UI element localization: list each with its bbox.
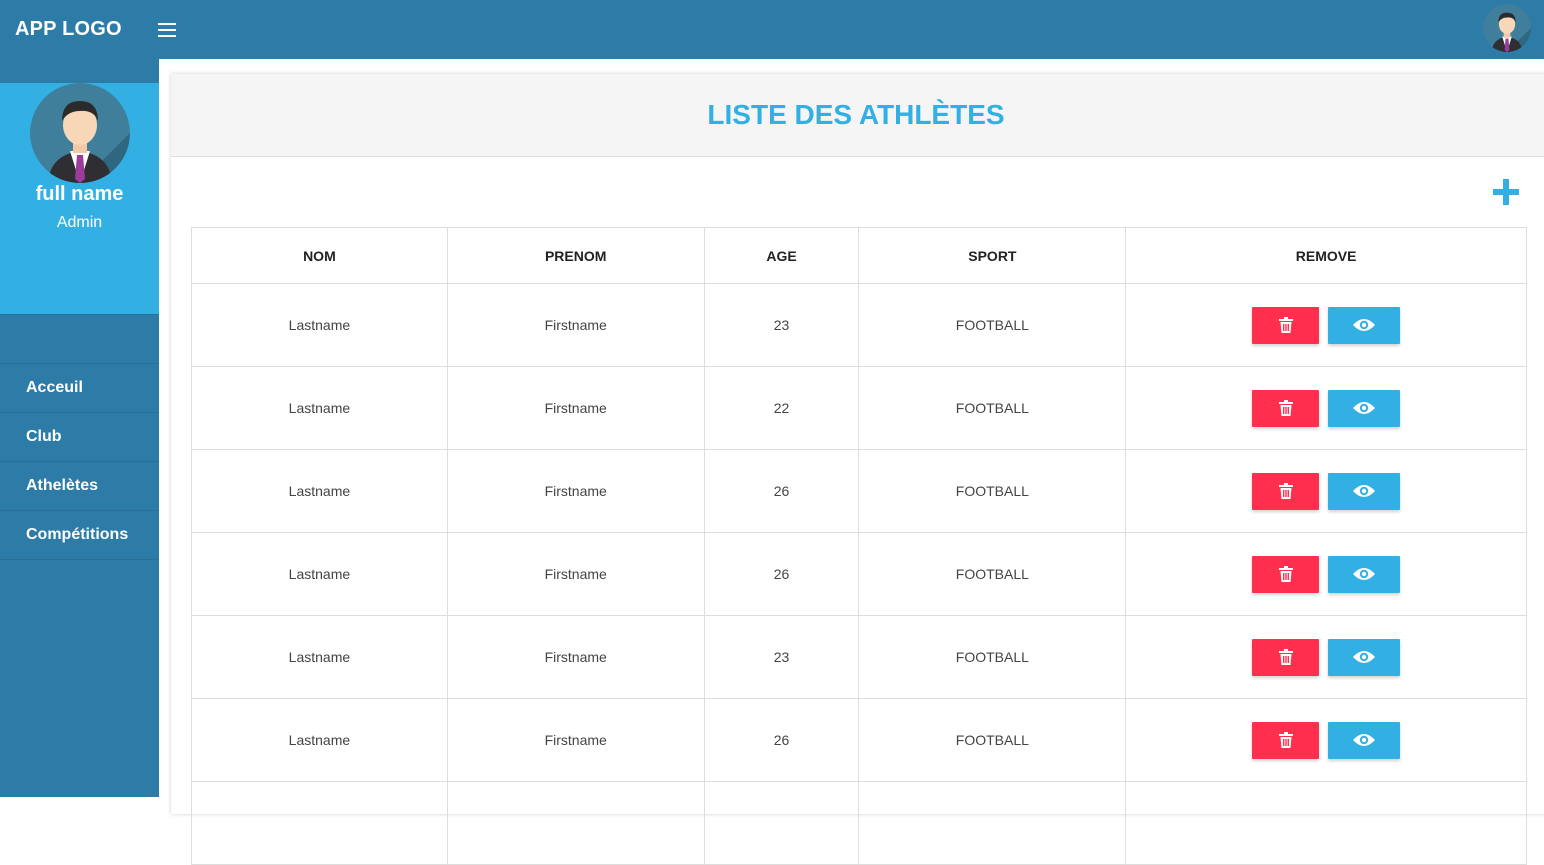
cell-actions — [1125, 615, 1527, 699]
view-button[interactable] — [1328, 472, 1401, 510]
empty-cell — [191, 781, 448, 865]
trash-icon — [1278, 400, 1293, 416]
user-avatar-icon[interactable] — [1483, 4, 1531, 52]
sidebar-nav: Acceuil Club Athelètes Compétitions — [0, 363, 159, 560]
cell-age: 26 — [703, 449, 860, 533]
delete-button[interactable] — [1252, 721, 1320, 759]
table-row-partial — [191, 781, 1527, 865]
sidebar-item-athletes[interactable]: Athelètes — [0, 462, 159, 511]
cell-sport: FOOTBALL — [858, 366, 1127, 450]
top-navbar: APP LOGO — [0, 0, 1544, 59]
delete-button[interactable] — [1252, 472, 1320, 510]
header-sport: SPORT — [858, 227, 1127, 284]
cell-sport: FOOTBALL — [858, 698, 1127, 782]
sidebar-item-club[interactable]: Club — [0, 413, 159, 462]
table-header-row: NOM PRENOM AGE SPORT REMOVE — [191, 227, 1527, 284]
cell-actions — [1125, 532, 1527, 616]
profile-name: full name — [35, 183, 124, 205]
cell-nom: Lastname — [191, 532, 448, 616]
sidebar: full name Admin Acceuil Club Athelètes C… — [0, 59, 159, 797]
delete-button[interactable] — [1252, 389, 1320, 427]
cell-sport: FOOTBALL — [858, 532, 1127, 616]
table-row: Lastname Firstname 22 FOOTBALL — [191, 366, 1527, 450]
cell-sport: FOOTBALL — [858, 449, 1127, 533]
app-logo[interactable]: APP LOGO — [15, 18, 122, 41]
profile-role: Admin — [56, 214, 103, 231]
athletes-table-wrap: NOM PRENOM AGE SPORT REMOVE Lastname Firs… — [191, 227, 1527, 865]
eye-icon — [1353, 319, 1376, 331]
view-button[interactable] — [1328, 555, 1401, 593]
cell-nom: Lastname — [191, 449, 448, 533]
header-remove: REMOVE — [1125, 227, 1527, 284]
table-row: Lastname Firstname 26 FOOTBALL — [191, 449, 1527, 533]
cell-sport: FOOTBALL — [858, 615, 1127, 699]
header-prenom: PRENOM — [446, 227, 705, 284]
profile-panel: full name Admin — [0, 83, 159, 315]
cell-age: 26 — [703, 532, 860, 616]
table-row: Lastname Firstname 26 FOOTBALL — [191, 532, 1527, 616]
cell-prenom: Firstname — [446, 698, 705, 782]
cell-prenom: Firstname — [446, 532, 705, 616]
trash-icon — [1278, 649, 1293, 665]
eye-icon — [1353, 568, 1376, 580]
cell-prenom: Firstname — [446, 283, 705, 367]
eye-icon — [1353, 402, 1376, 414]
cell-actions — [1125, 366, 1527, 450]
trash-icon — [1278, 566, 1293, 582]
delete-button[interactable] — [1252, 555, 1320, 593]
trash-icon — [1278, 732, 1293, 748]
eye-icon — [1353, 485, 1376, 497]
empty-cell — [446, 781, 705, 865]
table-row: Lastname Firstname 23 FOOTBALL — [191, 283, 1527, 367]
table-row: Lastname Firstname 23 FOOTBALL — [191, 615, 1527, 699]
empty-cell — [1125, 781, 1527, 865]
sidebar-item-acceuil[interactable]: Acceuil — [0, 364, 159, 413]
header-nom: NOM — [191, 227, 448, 284]
cell-age: 26 — [703, 698, 860, 782]
header-age: AGE — [703, 227, 860, 284]
cell-age: 23 — [703, 615, 860, 699]
cell-sport: FOOTBALL — [858, 283, 1127, 367]
cell-prenom: Firstname — [446, 615, 705, 699]
cell-nom: Lastname — [191, 283, 448, 367]
empty-cell — [858, 781, 1127, 865]
cell-age: 23 — [703, 283, 860, 367]
table-row: Lastname Firstname 26 FOOTBALL — [191, 698, 1527, 782]
cell-nom: Lastname — [191, 615, 448, 699]
cell-prenom: Firstname — [446, 449, 705, 533]
cell-nom: Lastname — [191, 698, 448, 782]
cell-age: 22 — [703, 366, 860, 450]
empty-cell — [703, 781, 860, 865]
athletes-table: NOM PRENOM AGE SPORT REMOVE Lastname Firs… — [191, 227, 1527, 865]
add-athlete-button[interactable] — [1493, 179, 1519, 205]
hamburger-menu-icon[interactable] — [157, 22, 176, 37]
view-button[interactable] — [1328, 389, 1401, 427]
cell-nom: Lastname — [191, 366, 448, 450]
cell-actions — [1125, 449, 1527, 533]
profile-avatar-icon — [29, 83, 130, 183]
trash-icon — [1278, 317, 1293, 333]
delete-button[interactable] — [1252, 638, 1320, 676]
cell-actions — [1125, 698, 1527, 782]
sidebar-item-competitions[interactable]: Compétitions — [0, 511, 159, 560]
cell-actions — [1125, 283, 1527, 367]
cell-prenom: Firstname — [446, 366, 705, 450]
view-button[interactable] — [1328, 306, 1401, 344]
view-button[interactable] — [1328, 638, 1401, 676]
delete-button[interactable] — [1252, 306, 1320, 344]
athletes-card: LISTE DES ATHLÈTES NOM PRENOM AGE SPORT … — [171, 74, 1544, 865]
eye-icon — [1353, 734, 1376, 746]
trash-icon — [1278, 483, 1293, 499]
plus-icon — [1493, 179, 1519, 205]
view-button[interactable] — [1328, 721, 1401, 759]
eye-icon — [1353, 651, 1376, 663]
card-header: LISTE DES ATHLÈTES — [171, 74, 1544, 157]
page-title: LISTE DES ATHLÈTES — [707, 99, 1005, 130]
